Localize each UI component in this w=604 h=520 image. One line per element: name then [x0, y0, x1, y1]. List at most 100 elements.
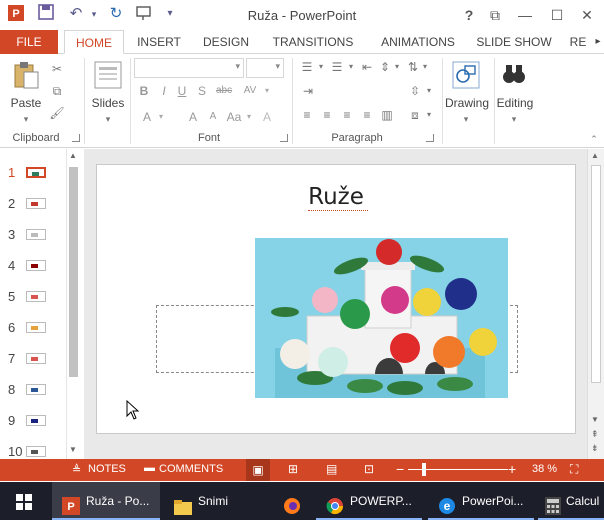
font-launcher-icon[interactable]: [280, 134, 288, 142]
change-case-icon[interactable]: Aa: [226, 110, 242, 124]
close-button[interactable]: ✕: [576, 5, 598, 25]
smartart-icon[interactable]: ⧈: [406, 108, 424, 122]
slide-thumbnail[interactable]: [26, 415, 46, 426]
slide-sorter-icon[interactable]: ⊞: [288, 462, 298, 476]
scroll-up-icon[interactable]: ▲: [69, 151, 79, 160]
slide-thumbnail[interactable]: [26, 291, 46, 302]
previous-slide-icon[interactable]: ⇞: [591, 429, 603, 440]
minimize-button[interactable]: —: [514, 5, 536, 25]
tab-file[interactable]: FILE: [0, 30, 58, 54]
paste-dropdown-icon[interactable]: ▾: [20, 112, 32, 126]
bold-icon[interactable]: B: [138, 84, 150, 98]
drawing-button[interactable]: Drawing: [442, 96, 492, 110]
clipboard-launcher-icon[interactable]: [72, 134, 80, 142]
zoom-level[interactable]: 38 %: [532, 463, 557, 475]
next-slide-icon[interactable]: ⇟: [591, 443, 603, 454]
format-painter-icon[interactable]: 🖌: [48, 106, 66, 120]
rose-castle-picture[interactable]: [255, 238, 508, 398]
taskbar-item-powerpoint-ruza[interactable]: P Ruža - Po...: [52, 482, 160, 520]
character-spacing-icon[interactable]: AV: [240, 84, 260, 98]
slides-button[interactable]: Slides: [88, 96, 128, 110]
font-size-dropdown[interactable]: ▾: [246, 58, 284, 78]
slide-show-icon[interactable]: ⊡: [364, 462, 374, 476]
editing-button[interactable]: Editing: [492, 96, 538, 110]
paragraph-launcher-icon[interactable]: [426, 134, 434, 142]
taskbar-item-chrome[interactable]: POWERP...: [316, 482, 422, 520]
ribbon-display-options-icon[interactable]: ⧉: [484, 5, 506, 25]
chevron-down-icon[interactable]: ▾: [424, 84, 434, 98]
collapse-ribbon-icon[interactable]: ⌃: [588, 132, 600, 146]
slide-thumbnail[interactable]: [26, 167, 46, 178]
comments-icon[interactable]: ▬: [144, 462, 155, 474]
italic-icon[interactable]: I: [158, 84, 170, 98]
columns-icon[interactable]: ▥: [380, 108, 394, 122]
chevron-down-icon[interactable]: ▾: [156, 110, 166, 124]
slide-thumbnail[interactable]: [26, 353, 46, 364]
decrease-indent-icon[interactable]: ⇤: [360, 60, 374, 74]
copy-icon[interactable]: ⧉: [48, 84, 66, 98]
align-text-icon[interactable]: ⇳: [406, 84, 424, 98]
clear-formatting-icon[interactable]: A: [258, 110, 276, 124]
scroll-up-icon[interactable]: ▲: [591, 151, 603, 160]
scroll-down-icon[interactable]: ▼: [591, 415, 603, 424]
slide-scrollbar[interactable]: ▲ ▼ ⇞ ⇟: [587, 149, 604, 459]
tab-insert[interactable]: INSERT: [130, 30, 188, 54]
fit-slide-icon[interactable]: ⛶: [570, 462, 578, 477]
bullets-icon[interactable]: ☰: [298, 60, 316, 74]
chevron-down-icon[interactable]: ▾: [244, 110, 254, 124]
tab-animations[interactable]: ANIMATIONS: [370, 30, 466, 54]
thumbnails-scrollbar[interactable]: ▲ ▼: [66, 149, 80, 459]
slides-dropdown-icon[interactable]: ▾: [102, 112, 114, 126]
taskbar-item-edge[interactable]: e PowerPoi...: [428, 482, 534, 520]
chevron-down-icon[interactable]: ▾: [424, 108, 434, 122]
align-left-icon[interactable]: ≡: [300, 108, 314, 122]
comments-button[interactable]: COMMENTS: [159, 463, 223, 475]
numbering-icon[interactable]: ☰: [328, 60, 346, 74]
taskbar-item-snimi[interactable]: Snimi: [164, 482, 260, 520]
slide-thumbnail[interactable]: [26, 260, 46, 271]
new-slide-icon[interactable]: [92, 60, 124, 92]
tab-design[interactable]: DESIGN: [196, 30, 256, 54]
scrollbar-thumb[interactable]: [69, 167, 78, 377]
increase-font-size-icon[interactable]: A: [186, 110, 200, 124]
line-spacing-icon[interactable]: ⇕: [378, 60, 392, 74]
chevron-down-icon[interactable]: ▾: [316, 60, 326, 74]
chevron-down-icon[interactable]: ▾: [420, 60, 430, 74]
tab-slide-show[interactable]: SLIDE SHOW: [474, 30, 554, 54]
normal-view-icon[interactable]: ▣: [246, 459, 270, 481]
maximize-button[interactable]: ☐: [546, 5, 568, 25]
strikethrough-icon[interactable]: abc: [216, 84, 232, 98]
tab-review[interactable]: RE: [566, 30, 590, 54]
slide-title[interactable]: Ruže: [96, 184, 576, 210]
slide-thumbnail[interactable]: [26, 384, 46, 395]
taskbar-item-firefox[interactable]: [272, 482, 312, 520]
zoom-slider-thumb[interactable]: [421, 463, 426, 476]
zoom-out-icon[interactable]: −: [396, 461, 404, 477]
start-button[interactable]: [0, 482, 48, 520]
tabs-scroll-right-icon[interactable]: ▸: [592, 30, 604, 54]
justify-icon[interactable]: ≡: [360, 108, 374, 122]
align-center-icon[interactable]: ≡: [320, 108, 334, 122]
chevron-down-icon[interactable]: ▾: [346, 60, 356, 74]
help-button[interactable]: ?: [458, 5, 480, 25]
scroll-down-icon[interactable]: ▼: [69, 445, 79, 454]
increase-indent-icon[interactable]: ⇥: [300, 84, 316, 98]
font-name-dropdown[interactable]: ▾: [134, 58, 244, 78]
slide-thumbnail[interactable]: [26, 446, 46, 457]
scrollbar-thumb[interactable]: [591, 165, 601, 383]
slide-thumbnail[interactable]: [26, 229, 46, 240]
text-shadow-icon[interactable]: S: [196, 84, 208, 98]
slide-thumbnail[interactable]: [26, 322, 46, 333]
cut-icon[interactable]: ✂: [48, 62, 66, 76]
notes-icon[interactable]: ≜: [72, 463, 81, 476]
taskbar-item-calculator[interactable]: Calcul: [538, 482, 604, 520]
decrease-font-size-icon[interactable]: A: [206, 110, 220, 124]
binoculars-icon[interactable]: [498, 60, 530, 92]
align-right-icon[interactable]: ≡: [340, 108, 354, 122]
shapes-icon[interactable]: [450, 60, 482, 92]
reading-view-icon[interactable]: ▤: [326, 462, 337, 476]
editing-dropdown-icon[interactable]: ▾: [508, 112, 520, 126]
paste-button[interactable]: Paste: [6, 96, 46, 110]
chevron-down-icon[interactable]: ▾: [392, 60, 402, 74]
zoom-in-icon[interactable]: +: [508, 461, 516, 477]
